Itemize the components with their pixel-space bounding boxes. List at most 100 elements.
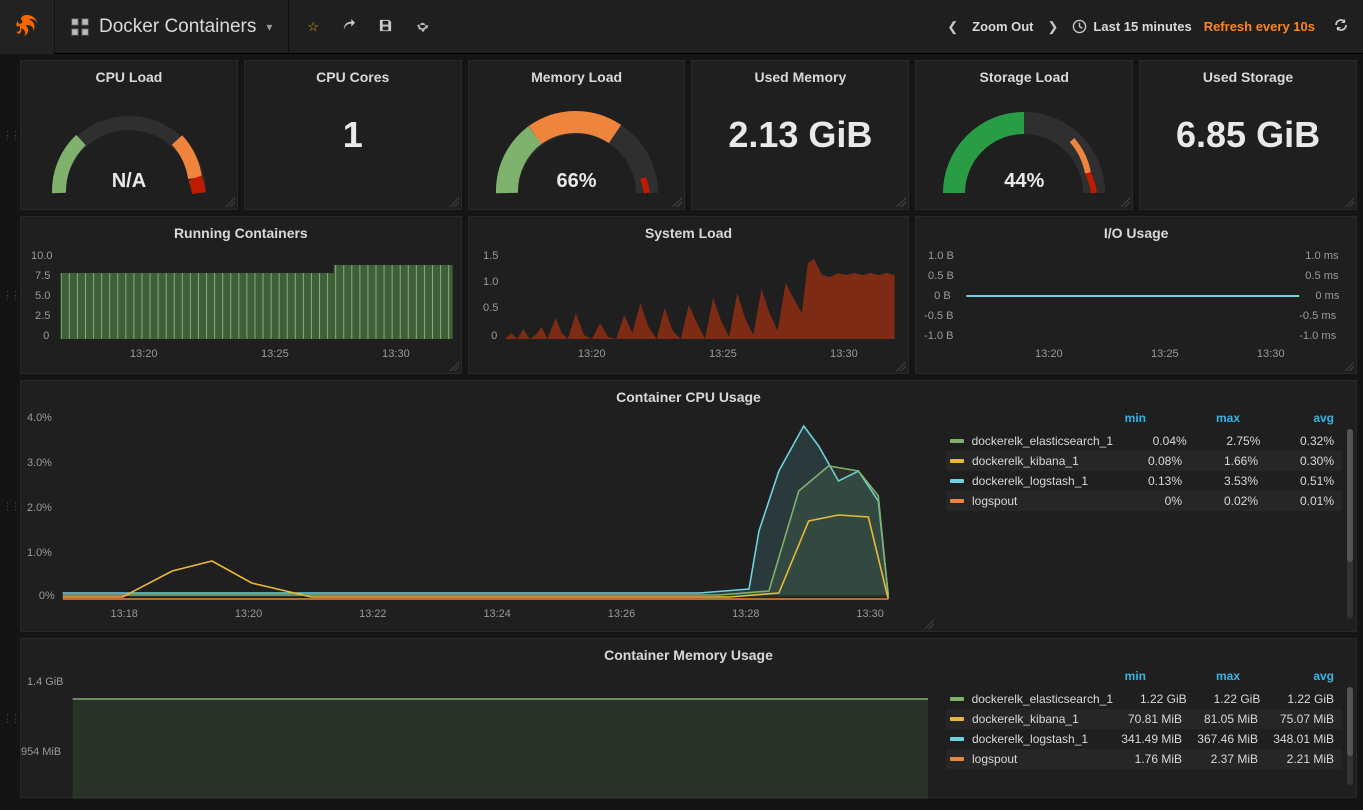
dashboard-title: Docker Containers	[99, 16, 256, 38]
resize-handle[interactable]	[1120, 197, 1130, 207]
legend-col-avg[interactable]: avg	[1274, 669, 1334, 683]
row-drag-handle[interactable]	[6, 60, 14, 210]
panel-memory-load[interactable]: Memory Load 66%	[468, 60, 686, 210]
save-icon[interactable]	[378, 18, 393, 36]
legend-col-avg[interactable]: avg	[1274, 411, 1334, 425]
panel-title: Used Storage	[1140, 61, 1356, 89]
svg-text:13:25: 13:25	[709, 348, 737, 360]
svg-text:-0.5 B: -0.5 B	[924, 310, 954, 322]
legend-row[interactable]: dockerelk_kibana_10.08%1.66%0.30%	[946, 451, 1342, 471]
settings-icon[interactable]	[415, 18, 430, 36]
legend-row[interactable]: dockerelk_elasticsearch_11.22 GiB1.22 Gi…	[946, 689, 1342, 709]
svg-text:13:30: 13:30	[1257, 348, 1285, 360]
svg-text:1.0: 1.0	[483, 276, 498, 288]
legend-row[interactable]: dockerelk_logstash_10.13%3.53%0.51%	[946, 471, 1342, 491]
svg-text:13:30: 13:30	[382, 348, 410, 360]
top-nav: Docker Containers ▾ ☆ ❮ Zoom Out ❯ Last …	[0, 0, 1363, 54]
panel-system-load[interactable]: System Load 1.51.00.50 13:2013:2513:30	[468, 216, 910, 374]
legend-swatch	[950, 459, 964, 463]
panel-title: Container Memory Usage	[21, 639, 1356, 667]
legend-row[interactable]: dockerelk_kibana_170.81 MiB81.05 MiB75.0…	[946, 709, 1342, 729]
row-drag-handle[interactable]	[6, 638, 14, 798]
legend-scrollbar[interactable]	[1347, 429, 1353, 619]
refresh-now-button[interactable]	[1333, 17, 1349, 36]
svg-text:1.5: 1.5	[483, 250, 498, 262]
svg-text:7.5: 7.5	[35, 270, 50, 282]
svg-text:13:25: 13:25	[261, 348, 289, 360]
legend-swatch	[950, 499, 964, 503]
panel-cpu-cores[interactable]: CPU Cores 1	[244, 60, 462, 210]
svg-text:0: 0	[43, 330, 49, 342]
panel-running-containers[interactable]: Running Containers 10.07.55.02.50 13:201…	[20, 216, 462, 374]
panel-used-memory[interactable]: Used Memory 2.13 GiB	[691, 60, 909, 210]
resize-handle[interactable]	[1344, 197, 1354, 207]
svg-text:1.0 ms: 1.0 ms	[1306, 250, 1340, 262]
refresh-interval-picker[interactable]: Refresh every 10s	[1204, 19, 1315, 34]
row-drag-handle[interactable]	[6, 216, 14, 374]
panel-container-cpu-usage[interactable]: Container CPU Usage 4.0%3.0%2.0%1.0%0% 1…	[20, 380, 1357, 632]
stat-value: 2.13 GiB	[692, 114, 908, 156]
legend-cpu: min max avg dockerelk_elasticsearch_10.0…	[936, 381, 1356, 631]
legend-col-max[interactable]: max	[1180, 411, 1240, 425]
svg-text:2.0%: 2.0%	[27, 502, 52, 514]
svg-text:13:26: 13:26	[608, 608, 635, 620]
panel-storage-load[interactable]: Storage Load 44%	[915, 60, 1133, 210]
grafana-logo[interactable]	[0, 0, 54, 54]
panel-container-memory-usage[interactable]: Container Memory Usage 1.4 GiB954 MiB mi…	[20, 638, 1357, 798]
row-drag-handle[interactable]	[6, 380, 14, 632]
legend-row[interactable]: dockerelk_elasticsearch_10.04%2.75%0.32%	[946, 431, 1342, 451]
legend-row[interactable]: dockerelk_logstash_1341.49 MiB367.46 MiB…	[946, 729, 1342, 749]
resize-handle[interactable]	[1344, 361, 1354, 371]
panel-title: Used Memory	[692, 61, 908, 89]
panel-used-storage[interactable]: Used Storage 6.85 GiB	[1139, 60, 1357, 210]
legend-row[interactable]: logspout1.76 MiB2.37 MiB2.21 MiB	[946, 749, 1342, 769]
gauge-value: N/A	[21, 170, 237, 193]
resize-handle[interactable]	[924, 619, 934, 629]
chart-system-load: 1.51.00.50 13:2013:2513:30	[477, 247, 901, 365]
stat-value: 6.85 GiB	[1140, 114, 1356, 156]
svg-text:0.5 ms: 0.5 ms	[1306, 270, 1340, 282]
chart-container-cpu: 4.0%3.0%2.0%1.0%0% 13:1813:2013:2213:241…	[21, 381, 936, 633]
svg-text:13:20: 13:20	[235, 608, 262, 620]
time-forward-button[interactable]: ❯	[1046, 19, 1061, 35]
svg-text:13:30: 13:30	[830, 348, 858, 360]
resize-handle[interactable]	[449, 197, 459, 207]
svg-text:1.4 GiB: 1.4 GiB	[27, 676, 63, 688]
time-back-button[interactable]: ❮	[945, 19, 960, 35]
toolbar: ☆	[289, 18, 448, 36]
panel-title: Container CPU Usage	[21, 381, 1356, 409]
legend-col-min[interactable]: min	[1086, 669, 1146, 683]
panel-io-usage[interactable]: I/O Usage 1.0 B0.5 B0 B-0.5 B-1.0 B 1.0 …	[915, 216, 1357, 374]
resize-handle[interactable]	[225, 197, 235, 207]
svg-text:4.0%: 4.0%	[27, 412, 52, 424]
svg-text:-1.0 ms: -1.0 ms	[1300, 330, 1337, 342]
resize-handle[interactable]	[672, 197, 682, 207]
dashboard-picker[interactable]: Docker Containers ▾	[54, 0, 289, 53]
zoom-out-button[interactable]: Zoom Out	[972, 19, 1033, 34]
svg-text:0 B: 0 B	[934, 290, 951, 302]
share-icon[interactable]	[341, 18, 356, 36]
legend-col-max[interactable]: max	[1180, 669, 1240, 683]
svg-text:-0.5 ms: -0.5 ms	[1300, 310, 1337, 322]
legend-swatch	[950, 697, 964, 701]
legend-swatch	[950, 479, 964, 483]
svg-text:0%: 0%	[39, 590, 55, 602]
time-range-picker[interactable]: Last 15 minutes	[1072, 19, 1191, 34]
svg-text:-1.0 B: -1.0 B	[924, 330, 954, 342]
svg-text:0.5 B: 0.5 B	[928, 270, 954, 282]
panel-cpu-load[interactable]: CPU Load N/A	[20, 60, 238, 210]
resize-handle[interactable]	[896, 361, 906, 371]
svg-text:1.0%: 1.0%	[27, 547, 52, 559]
legend-col-min[interactable]: min	[1086, 411, 1146, 425]
panel-title: CPU Cores	[245, 61, 461, 89]
legend-row[interactable]: logspout0%0.02%0.01%	[946, 491, 1342, 511]
resize-handle[interactable]	[896, 197, 906, 207]
star-icon[interactable]: ☆	[307, 19, 319, 35]
legend-scrollbar[interactable]	[1347, 687, 1353, 785]
chart-io-usage: 1.0 B0.5 B0 B-0.5 B-1.0 B 1.0 ms0.5 ms0 …	[924, 247, 1348, 365]
legend-swatch	[950, 439, 964, 443]
resize-handle[interactable]	[449, 361, 459, 371]
gauge-value: 66%	[469, 170, 685, 193]
panel-title: CPU Load	[21, 61, 237, 89]
svg-text:13:18: 13:18	[111, 608, 138, 620]
